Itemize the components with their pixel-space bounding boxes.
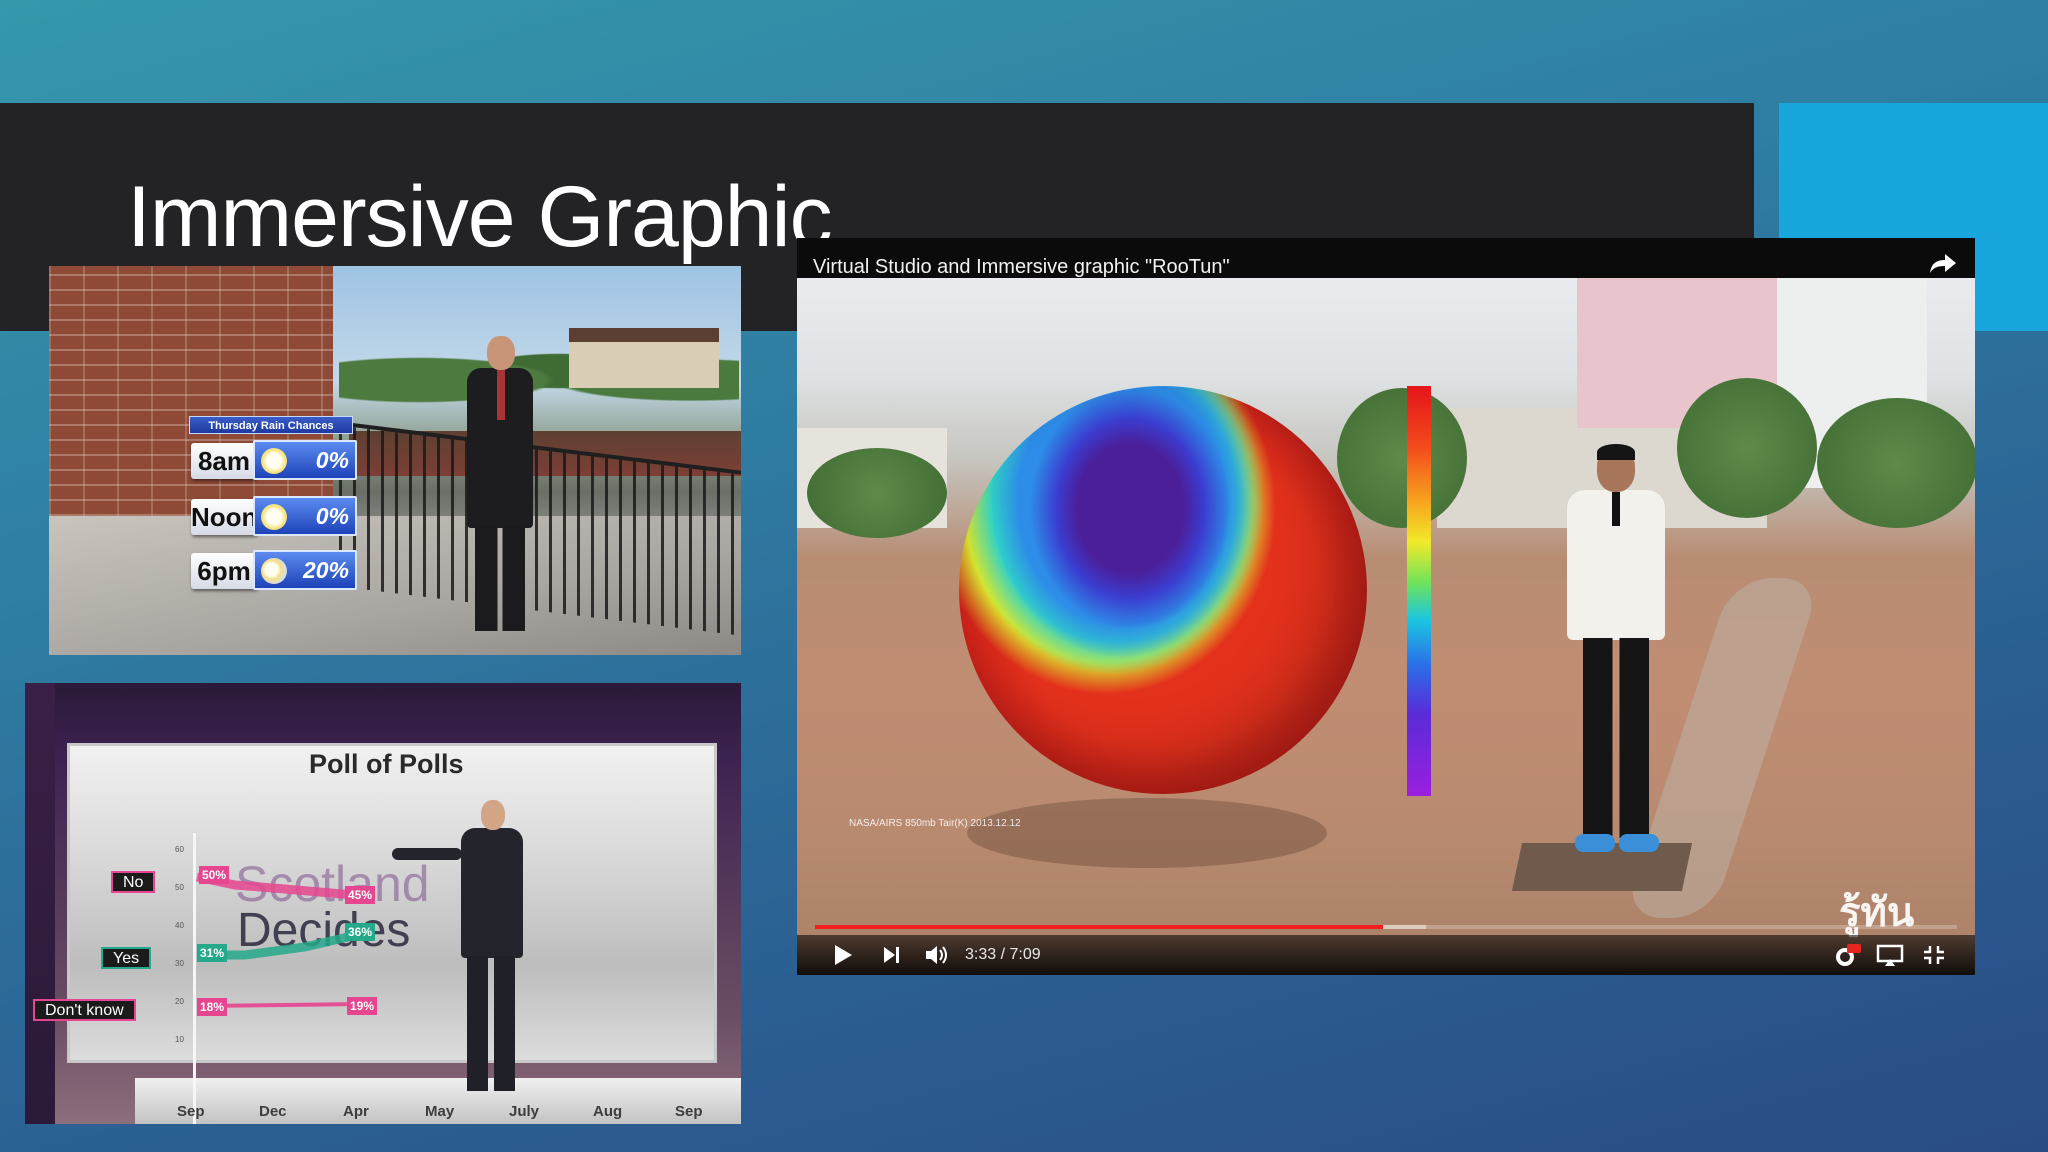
poll-value-no-start: 50% <box>199 866 230 884</box>
rain-row-8am: 8am 0% <box>191 440 357 484</box>
time-display: 3:33 / 7:09 <box>965 946 1041 963</box>
rain-bar: 0% <box>253 496 357 536</box>
poll-value-yes-start: 31% <box>197 944 228 962</box>
volume-icon[interactable] <box>923 941 951 969</box>
tree <box>1677 378 1817 518</box>
poll-month: Aug <box>593 1103 623 1120</box>
video-frame[interactable]: NASA/AIRS 850mb Tair(K) 2013.12.12 รู้ทั… <box>797 278 1975 975</box>
next-icon[interactable] <box>881 941 903 969</box>
rootun-presenter <box>1555 444 1675 876</box>
video-titlebar: Virtual Studio and Immersive graphic "Ro… <box>797 238 1975 278</box>
weather-panel-image: Thursday Rain Chances 8am 0% Noon 0% 6pm… <box>49 266 741 655</box>
poll-panel-image: Poll of Polls Scotland Decides 60 50 40 … <box>25 683 741 1124</box>
tree <box>807 448 947 538</box>
sun-icon <box>261 448 287 474</box>
rain-percent: 20% <box>302 557 349 583</box>
poll-label-dont-know: Don't know <box>33 999 136 1021</box>
rain-time: 8am <box>191 443 257 479</box>
poll-month: Dec <box>259 1103 287 1120</box>
tree <box>1337 388 1467 528</box>
poll-value-no-end: 45% <box>345 886 376 904</box>
rain-widget-title: Thursday Rain Chances <box>189 416 353 434</box>
exit-fullscreen-icon[interactable] <box>1921 941 1947 969</box>
globe-shadow <box>967 798 1327 868</box>
weather-presenter <box>457 336 543 636</box>
progress-played <box>815 925 1383 929</box>
video-title[interactable]: Virtual Studio and Immersive graphic "Ro… <box>813 256 1230 279</box>
globe-caption: NASA/AIRS 850mb Tair(K) 2013.12.12 <box>849 818 1021 829</box>
poll-month: Sep <box>675 1103 703 1120</box>
rain-row-6pm: 6pm 20% <box>191 550 357 594</box>
poll-month: Apr <box>343 1103 369 1120</box>
share-icon[interactable] <box>1929 252 1957 274</box>
video-player[interactable]: NASA/AIRS 850mb Tair(K) 2013.12.12 รู้ทั… <box>797 238 1975 975</box>
poll-month: Sep <box>177 1103 205 1120</box>
background-house <box>569 328 719 388</box>
rain-time: 6pm <box>191 553 257 589</box>
poll-presenter <box>392 800 537 1100</box>
video-controls: 3:33 / 7:09 <box>797 935 1975 975</box>
temperature-colorbar <box>1407 386 1431 796</box>
rain-percent: 0% <box>315 503 349 529</box>
poll-month: July <box>509 1103 540 1120</box>
sun-icon <box>261 504 287 530</box>
sun-cloud-icon <box>261 558 287 584</box>
settings-hd-icon[interactable] <box>1833 941 1863 969</box>
poll-label-yes: Yes <box>101 947 152 969</box>
poll-value-yes-end: 36% <box>345 923 376 941</box>
poll-value-dontknow-end: 19% <box>347 997 378 1015</box>
tree <box>1817 398 1975 528</box>
temperature-globe <box>959 386 1367 794</box>
poll-lines <box>196 872 367 1008</box>
rain-bar: 20% <box>253 550 357 590</box>
rain-time: Noon <box>191 499 257 535</box>
airplay-icon[interactable] <box>1875 941 1905 969</box>
rain-bar: 0% <box>253 440 357 480</box>
rain-percent: 0% <box>315 447 349 473</box>
play-icon[interactable] <box>831 941 855 969</box>
poll-month: May <box>425 1103 455 1120</box>
slide-title: Immersive Graphic <box>127 169 833 265</box>
progress-bar[interactable] <box>815 925 1957 929</box>
rain-row-noon: Noon 0% <box>191 496 357 540</box>
poll-value-dontknow-start: 18% <box>197 998 228 1016</box>
poll-label-no: No <box>111 871 156 893</box>
